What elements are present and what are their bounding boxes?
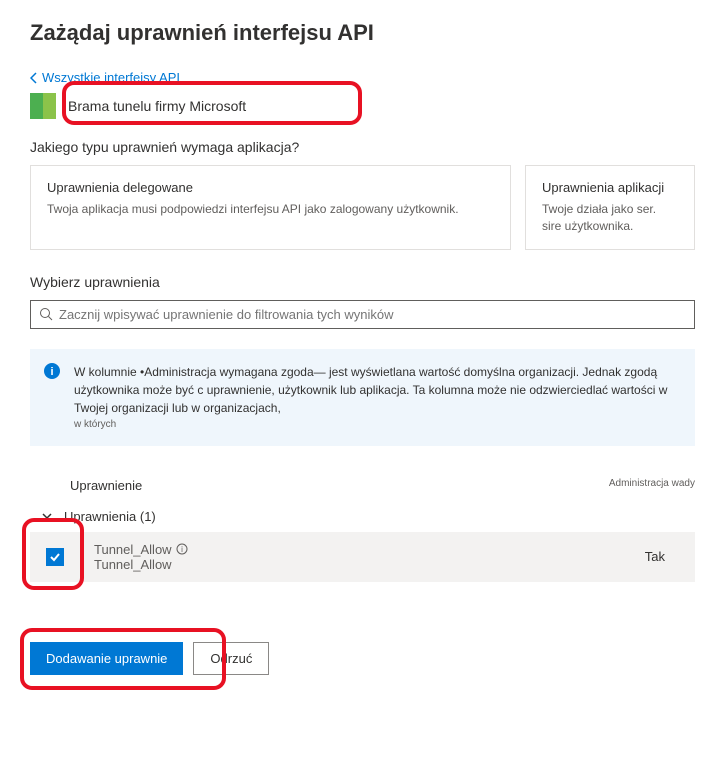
- svg-text:i: i: [50, 366, 53, 378]
- search-box[interactable]: [30, 300, 695, 329]
- permission-name-1: Tunnel_Allow: [94, 542, 172, 557]
- application-title: Uprawnienia aplikacji: [542, 180, 678, 195]
- application-permissions-card[interactable]: Uprawnienia aplikacji Twoje działa jako …: [525, 165, 695, 250]
- page-title: Zażądaj uprawnień interfejsu API: [30, 20, 695, 46]
- permission-admin-value: Tak: [645, 549, 665, 564]
- permission-name-2: Tunnel_Allow: [94, 557, 645, 572]
- breadcrumb-label: Wszystkie interfejsy API: [42, 70, 180, 85]
- permission-name-cell: Tunnel_Allow i Tunnel_Allow: [94, 542, 645, 572]
- delegated-description: Twoja aplikacja musi podpowiedzi interfe…: [47, 201, 494, 218]
- info-text: W kolumnie •Administracja wymagana zgoda…: [74, 365, 667, 415]
- select-permissions-label: Wybierz uprawnienia: [30, 274, 695, 290]
- breadcrumb-back[interactable]: Wszystkie interfejsy API: [30, 70, 695, 85]
- info-icon: i: [44, 363, 60, 379]
- chevron-left-icon: [30, 72, 38, 84]
- permission-type-question: Jakiego typu uprawnień wymaga aplikacja?: [30, 139, 695, 155]
- delegated-permissions-card[interactable]: Uprawnienia delegowane Twoja aplikacja m…: [30, 165, 511, 250]
- add-permissions-button[interactable]: Dodawanie uprawnie: [30, 642, 183, 675]
- info-banner: i W kolumnie •Administracja wymagana zgo…: [30, 349, 695, 446]
- discard-button[interactable]: Odrzuć: [193, 642, 269, 675]
- column-admin-consent: Administracja wady: [609, 478, 695, 493]
- search-input[interactable]: [59, 307, 686, 322]
- app-name: Brama tunelu firmy Microsoft: [68, 98, 246, 114]
- permission-row[interactable]: Tunnel_Allow i Tunnel_Allow Tak: [30, 532, 695, 582]
- info-small: w których: [74, 417, 679, 432]
- application-description: Twoje działa jako ser. sire użytkownika.: [542, 201, 678, 235]
- table-header: Uprawnienie Administracja wady: [30, 474, 695, 501]
- checkmark-icon: [49, 551, 61, 563]
- permission-checkbox[interactable]: [46, 548, 64, 566]
- permission-group-toggle[interactable]: Uprawnienia (1): [30, 501, 695, 532]
- chevron-down-icon: [40, 509, 54, 523]
- group-label: Uprawnienia (1): [64, 509, 156, 524]
- app-icon: [30, 93, 56, 119]
- delegated-title: Uprawnienia delegowane: [47, 180, 494, 195]
- search-icon: [39, 307, 53, 321]
- info-icon[interactable]: i: [176, 543, 188, 555]
- svg-text:i: i: [181, 545, 183, 554]
- column-permission: Uprawnienie: [70, 478, 609, 493]
